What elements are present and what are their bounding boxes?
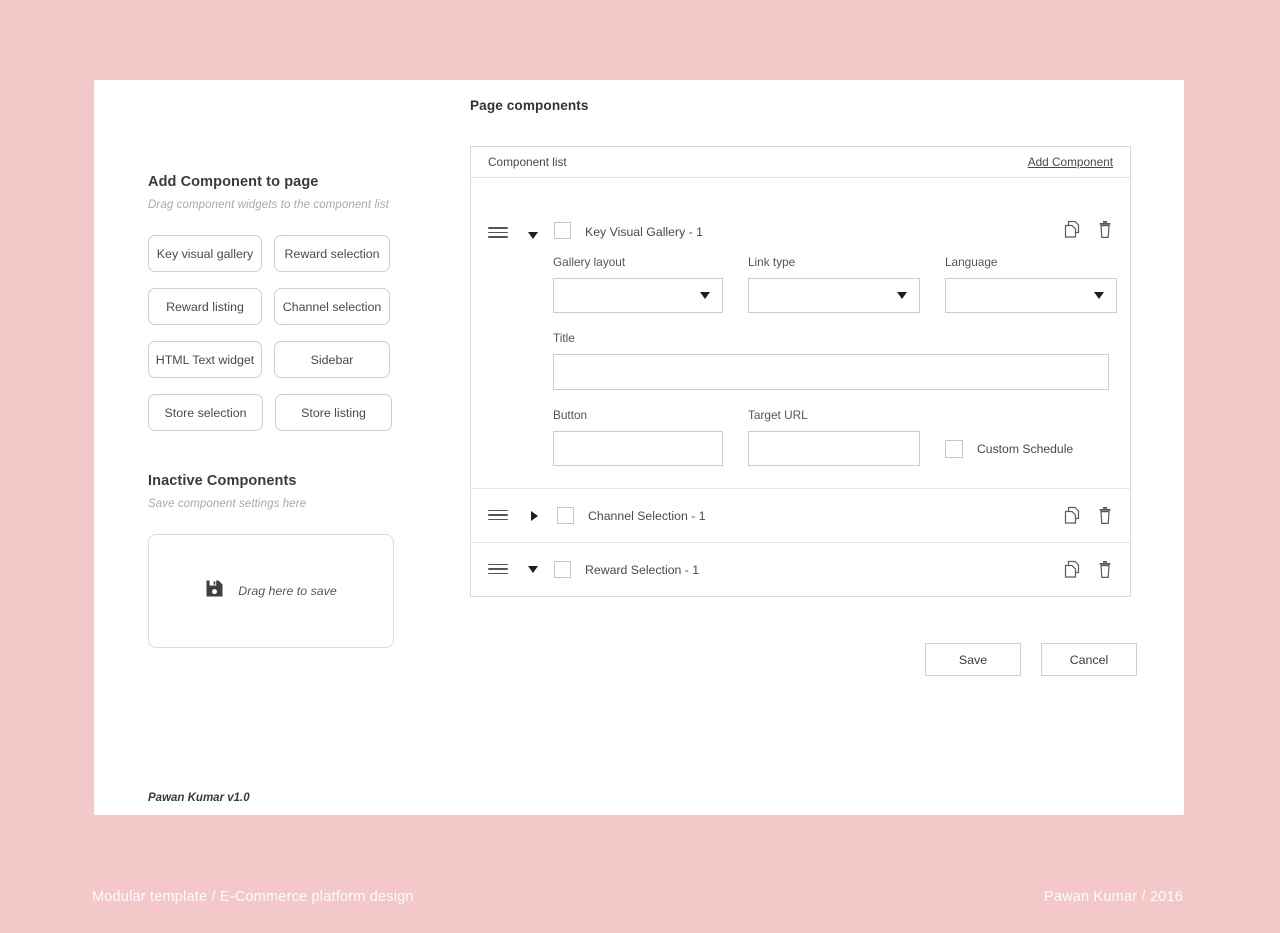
component-item-reward-selection: Reward Selection - 1 — [471, 543, 1130, 596]
cancel-button-label: Cancel — [1069, 652, 1109, 667]
inactive-components-dropzone[interactable]: Drag here to save — [148, 534, 394, 648]
custom-schedule-group: Custom Schedule — [945, 440, 1073, 458]
cancel-button[interactable]: Cancel — [1041, 643, 1137, 676]
caption-right: Pawan Kumar / 2016 — [1043, 889, 1183, 905]
add-component-link[interactable]: Add Component — [1028, 155, 1113, 169]
right-panel: Page components Component list Add Compo… — [470, 98, 1137, 676]
duplicate-icon[interactable] — [1063, 220, 1081, 239]
field-label: Language — [945, 255, 998, 269]
chevron-down-icon — [897, 292, 907, 299]
widget-store-listing[interactable]: Store listing — [275, 394, 392, 431]
custom-schedule-checkbox[interactable] — [945, 440, 963, 458]
widget-channel-selection[interactable]: Channel selection — [274, 288, 390, 325]
form-row-selects: Gallery layout Link type Language — [553, 255, 1117, 313]
chevron-down-icon[interactable] — [528, 566, 538, 573]
add-component-subtitle: Drag component widgets to the component … — [148, 199, 389, 211]
field-label: Button — [553, 408, 588, 422]
widget-label: Reward selection — [284, 246, 380, 261]
component-form: Gallery layout Link type Language Title … — [471, 255, 1130, 488]
language-select[interactable] — [945, 278, 1117, 313]
target-url-input[interactable] — [748, 431, 920, 466]
field-target-url: Target URL — [748, 408, 920, 466]
widget-key-visual-gallery[interactable]: Key visual gallery — [148, 235, 262, 272]
form-actions: Save Cancel — [470, 643, 1137, 676]
app-version-label: Pawan Kumar v1.0 — [148, 792, 250, 804]
widget-reward-selection[interactable]: Reward selection — [274, 235, 390, 272]
gallery-layout-select[interactable] — [553, 278, 723, 313]
left-panel: Add Component to page Drag component wid… — [148, 174, 448, 648]
component-name: Reward Selection - 1 — [585, 562, 700, 577]
component-row[interactable]: Reward Selection - 1 — [471, 543, 1130, 596]
component-row-actions — [1063, 506, 1113, 525]
save-button[interactable]: Save — [925, 643, 1021, 676]
component-item-channel-selection: Channel Selection - 1 — [471, 489, 1130, 543]
chevron-down-icon[interactable] — [528, 232, 538, 239]
trash-icon[interactable] — [1097, 506, 1113, 525]
caption-left: Modular template / E-Commerce platform d… — [92, 889, 414, 905]
field-label: Gallery layout — [553, 255, 626, 269]
trash-icon[interactable] — [1097, 560, 1113, 579]
component-name: Channel Selection - 1 — [588, 508, 706, 523]
link-type-select[interactable] — [748, 278, 920, 313]
custom-schedule-label: Custom Schedule — [977, 442, 1074, 456]
field-gallery-layout: Gallery layout — [553, 255, 723, 313]
widget-label: Store selection — [164, 405, 247, 420]
widget-reward-listing[interactable]: Reward listing — [148, 288, 262, 325]
drag-handle-icon[interactable] — [488, 227, 508, 239]
widget-html-text-widget[interactable]: HTML Text widget — [148, 341, 262, 378]
field-link-type: Link type — [748, 255, 920, 313]
inactive-components-subtitle: Save component settings here — [148, 498, 307, 510]
widget-label: Channel selection — [282, 299, 382, 314]
save-icon — [205, 579, 224, 603]
component-widget-grid: Key visual gallery Reward selection Rewa… — [148, 235, 408, 431]
component-row-actions — [1063, 560, 1113, 579]
add-component-heading: Add Component to page — [148, 174, 319, 190]
widget-label: HTML Text widget — [155, 352, 255, 367]
inactive-components-section: Inactive Components Save component setti… — [148, 473, 448, 648]
widget-label: Store listing — [301, 405, 366, 420]
widget-store-selection[interactable]: Store selection — [148, 394, 263, 431]
widget-label: Reward listing — [166, 299, 244, 314]
field-label: Target URL — [748, 408, 808, 422]
chevron-down-icon — [700, 292, 710, 299]
field-title: Title — [553, 331, 1109, 390]
component-name: Key Visual Gallery - 1 — [585, 225, 704, 239]
component-list-header: Component list Add Component — [471, 147, 1130, 178]
title-input[interactable] — [553, 354, 1109, 390]
widget-sidebar[interactable]: Sidebar — [274, 341, 390, 378]
component-row[interactable]: Channel Selection - 1 — [471, 489, 1130, 542]
widget-label: Sidebar — [310, 352, 354, 367]
drag-handle-icon[interactable] — [488, 563, 508, 576]
duplicate-icon[interactable] — [1063, 506, 1081, 525]
component-list-panel: Component list Add Component Key Visual … — [470, 146, 1131, 597]
component-checkbox[interactable] — [557, 507, 574, 524]
component-list-title: Component list — [488, 155, 567, 169]
field-language: Language — [945, 255, 1117, 313]
form-row-button-url: Button Target URL Custom Schedule — [553, 408, 1113, 466]
save-button-label: Save — [958, 652, 988, 667]
form-row-title: Title — [553, 331, 1113, 390]
dropzone-label: Drag here to save — [238, 584, 337, 598]
component-row-actions — [1063, 220, 1113, 239]
component-item-key-visual-gallery: Key Visual Gallery - 1 Gallery layout Li… — [471, 178, 1130, 489]
drag-handle-icon[interactable] — [488, 509, 508, 522]
widget-label: Key visual gallery — [156, 246, 254, 261]
component-checkbox[interactable] — [554, 222, 571, 239]
chevron-down-icon — [1094, 292, 1104, 299]
field-button: Button — [553, 408, 723, 466]
field-label: Link type — [748, 255, 796, 269]
duplicate-icon[interactable] — [1063, 560, 1081, 579]
app-canvas: Add Component to page Drag component wid… — [94, 80, 1184, 815]
trash-icon[interactable] — [1097, 220, 1113, 239]
field-label: Title — [553, 331, 575, 345]
component-row[interactable]: Key Visual Gallery - 1 — [471, 178, 1130, 255]
page-title: Page components — [470, 98, 589, 113]
inactive-components-heading: Inactive Components — [148, 473, 297, 489]
button-input[interactable] — [553, 431, 723, 466]
component-checkbox[interactable] — [554, 561, 571, 578]
chevron-right-icon[interactable] — [531, 510, 538, 521]
